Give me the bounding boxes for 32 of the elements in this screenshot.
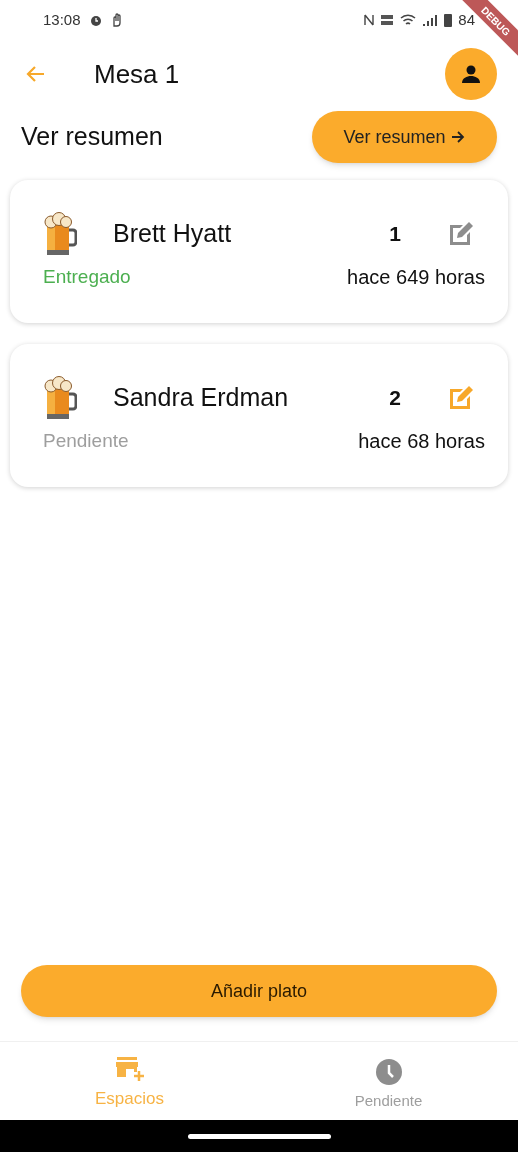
- lte-icon: [380, 13, 395, 27]
- arrow-right-icon: [449, 129, 466, 145]
- status-time: 13:08: [43, 9, 81, 30]
- edit-icon[interactable]: [447, 384, 475, 412]
- customer-name: Brett Hyatt: [113, 218, 233, 250]
- customer-name: Sandra Erdman: [113, 382, 290, 414]
- nfc-icon: [364, 13, 375, 27]
- order-status: Pendiente: [43, 428, 129, 453]
- store-add-icon: [114, 1056, 145, 1082]
- signal-icon: [422, 13, 439, 27]
- summary-button[interactable]: Ver resumen: [312, 111, 497, 163]
- order-status: Entregado: [43, 264, 131, 289]
- dish-count: 2: [388, 385, 402, 412]
- order-time: hace 649 horas: [347, 265, 485, 290]
- beer-mug-icon: [43, 376, 77, 420]
- dish-count: 1: [388, 221, 402, 248]
- battery-icon: [444, 13, 453, 27]
- hand-icon: [110, 13, 123, 27]
- order-card[interactable]: Sandra Erdman 2 Pendiente hace 68 horas: [10, 344, 508, 487]
- wifi-icon: [400, 13, 417, 27]
- battery-level: 84: [458, 9, 475, 30]
- alarm-icon: [88, 13, 103, 27]
- order-time: hace 68 horas: [358, 429, 485, 454]
- edit-icon[interactable]: [447, 220, 475, 248]
- page-title: Mesa 1: [94, 57, 181, 91]
- profile-button[interactable]: [445, 48, 497, 100]
- clock-icon: [374, 1058, 403, 1086]
- add-dish-button[interactable]: Añadir plato: [21, 965, 497, 1017]
- order-card[interactable]: Brett Hyatt 1 Entregado hace 649 horas: [10, 180, 508, 323]
- beer-mug-icon: [43, 212, 77, 256]
- home-indicator[interactable]: [187, 1133, 331, 1139]
- summary-label: Ver resumen: [21, 121, 163, 153]
